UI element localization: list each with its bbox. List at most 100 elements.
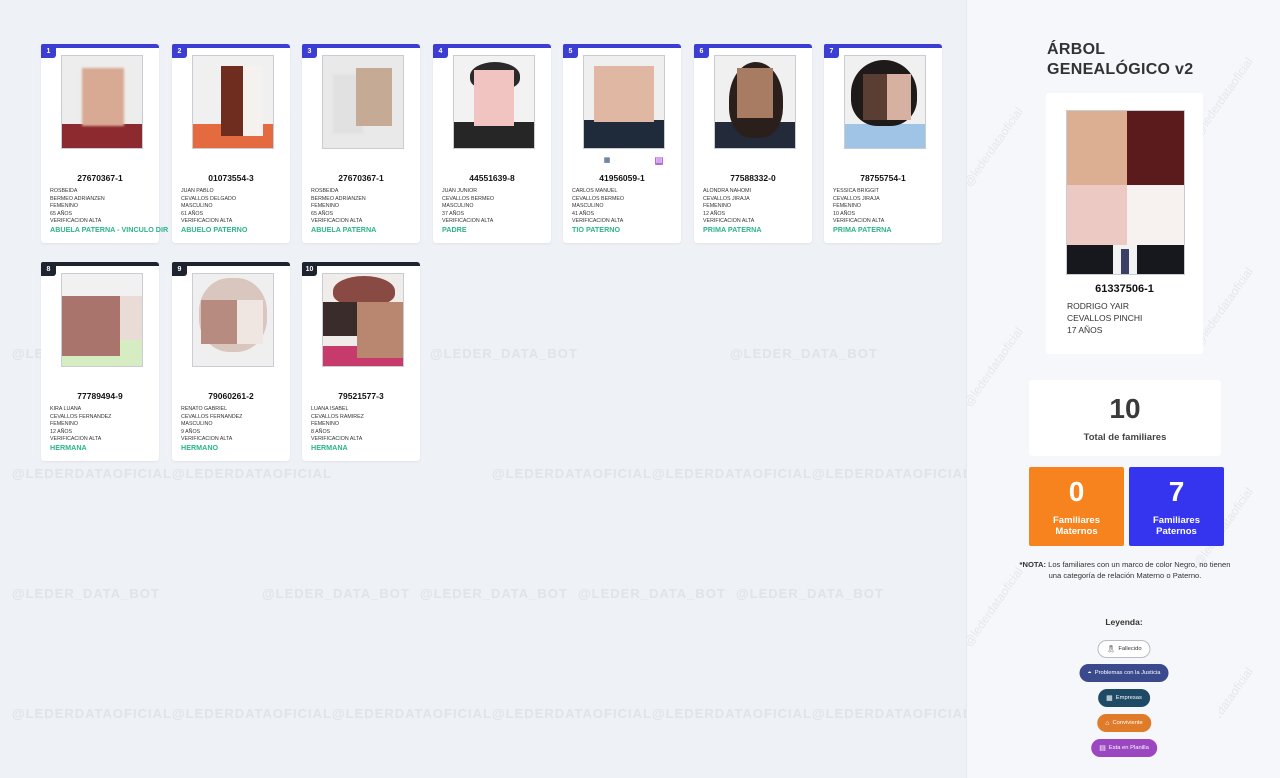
card-index-badge: 6 [694, 44, 709, 58]
relative-dni: 79060261-2 [208, 391, 254, 401]
card-index-badge: 10 [302, 262, 317, 276]
watermark-text: @LEDER_DATA_BOT [578, 586, 726, 601]
card-top-bar [41, 44, 159, 48]
relative-card[interactable]: 5 ▦ ▤ 41956059-1 CARLOS MANUEL CEVALLOS B… [563, 44, 681, 243]
relative-card[interactable]: 6 77588332-0 ALONDRA NAHOMI CEVALLOS JIRA… [694, 44, 812, 243]
watermark-text: @LEDERDATAOFICIAL [172, 706, 332, 721]
relative-photo [844, 55, 926, 149]
relative-photo [714, 55, 796, 149]
relative-card[interactable]: 3 27670367-1 ROSBEIDA BERMEO ADRIANZEN FEM… [302, 44, 420, 243]
total-relatives-label: Total de familiares [1083, 432, 1167, 443]
watermark-text: @LEDERDATAOFICIAL [12, 466, 172, 481]
relative-relation: PRIMA PATERNA [703, 225, 762, 234]
relative-dni: 77588332-0 [730, 173, 776, 183]
watermark-text: @LEDER_DATA_BOT [430, 346, 578, 361]
building-icon: ▦ [1106, 695, 1113, 702]
legend-title: Leyenda: [1105, 617, 1143, 627]
card-top-bar [302, 44, 420, 48]
relative-info: CARLOS MANUEL CEVALLOS BERMEO MASCULINO 41 … [572, 188, 625, 225]
legend: Leyenda: 🎗 Fallecido ◓ Problemas con la … [1029, 597, 1219, 772]
relative-info: ROSBEIDA BERMEO ADRIANZEN FEMENINO 65 AÑOS V… [311, 188, 366, 225]
relative-photo [322, 273, 404, 367]
home-icon: ⌂ [1105, 719, 1110, 727]
ribbon-icon: 🎗 [1106, 646, 1116, 653]
card-index-badge: 1 [41, 44, 56, 58]
legend-item-fallecido: 🎗 Fallecido [1097, 640, 1151, 658]
relative-relation: HERMANO [181, 443, 219, 452]
police-cap-icon: ◓ [1087, 669, 1092, 677]
payroll-icon: ▤ [1099, 745, 1106, 752]
relative-photo [192, 273, 274, 367]
card-top-bar [302, 262, 420, 266]
relative-photo [61, 273, 143, 367]
relative-photo [322, 55, 404, 149]
relative-card[interactable]: 1 27670367-1 ROSBEIDA BERMEO ADRIANZEN FEM… [41, 44, 168, 243]
watermark-text: @LEDERDATAOFICIAL [812, 706, 972, 721]
relative-info: JUAN JUNIOR CEVALLOS BERMEO MASCULINO 37 AÑ… [442, 188, 495, 225]
card-index-badge: 9 [172, 262, 187, 276]
legend-item-justicia: ◓ Problemas con la Justicia [1079, 664, 1169, 682]
relative-info: KIRA LUANA CEVALLOS FERNANDEZ FEMENINO 12 A… [50, 406, 112, 443]
planilla-icon: ▤ [655, 157, 663, 165]
card-top-bar [694, 44, 812, 48]
watermark-text: @LEDERDATAOFICIAL [172, 466, 332, 481]
main-person-dni: 61337506-1 [1095, 283, 1154, 295]
relative-dni: 78755754-1 [860, 173, 906, 183]
relative-info: ALONDRA NAHOMI CEVALLOS JIRAJA FEMENINO 12 … [703, 188, 755, 225]
relative-info: ROSBEIDA BERMEO ADRIANZEN FEMENINO 65 AÑOS V… [50, 188, 105, 225]
relatives-panel: @LEDER_DATA_BOT @LEDER_DATA_BOT @LEDER_D… [0, 0, 971, 778]
card-top-bar [172, 262, 290, 266]
watermark-text: @LEDERDATAOFICIAL [12, 706, 172, 721]
legend-item-planilla: ▤ Esta en Planilla [1091, 739, 1157, 757]
relative-card[interactable]: 2 01073554-3 JUAN PABLO CEVALLOS DELGADO M… [172, 44, 290, 243]
card-top-bar [41, 262, 159, 266]
relative-relation: ABUELA PATERNA - VINCULO DIR [50, 225, 169, 234]
watermark-text: @lederdataoficial [966, 104, 1026, 190]
legend-item-conviviente: ⌂ Conviviente [1097, 714, 1151, 732]
paternal-relatives-box: 7 Familiares Paternos [1129, 467, 1224, 546]
main-person-card[interactable]: 61337506-1 RODRIGO YAIR CEVALLOS PINCHI … [1046, 93, 1203, 354]
relative-photo [583, 55, 665, 149]
relative-relation: ABUELO PATERNO [181, 225, 248, 234]
relative-photo [192, 55, 274, 149]
relative-dni: 01073554-3 [208, 173, 254, 183]
relative-relation: ABUELA PATERNA [311, 225, 377, 234]
relative-card[interactable]: 7 78755754-1 YESSICA BRIGGIT CEVALLOS JIR… [824, 44, 942, 243]
card-index-badge: 4 [433, 44, 448, 58]
watermark-text: @LEDERDATAOFICIAL [492, 706, 652, 721]
maternal-relatives-box: 0 Familiares Maternos [1029, 467, 1124, 546]
paternal-count: 7 [1168, 476, 1185, 507]
relative-dni: 41956059-1 [599, 173, 645, 183]
watermark-text: @lederdataoficial [966, 324, 1026, 410]
watermark-text: @LEDER_DATA_BOT [12, 586, 160, 601]
main-person-info: RODRIGO YAIR CEVALLOS PINCHI 17 AÑOS [1067, 301, 1143, 335]
relative-card[interactable]: 8 77789494-9 KIRA LUANA CEVALLOS FERNANDE… [41, 262, 159, 461]
card-top-bar [824, 44, 942, 48]
watermark-text: @LEDER_DATA_BOT [730, 346, 878, 361]
card-index-badge: 5 [563, 44, 578, 58]
relative-relation: PRIMA PATERNA [833, 225, 892, 234]
relative-card[interactable]: 4 44551639-8 JUAN JUNIOR CEVALLOS BERMEO M… [433, 44, 551, 243]
watermark-text: @LEDERDATAOFICIAL [812, 466, 972, 481]
summary-sidebar: @lederdataoficial @lederdataoficial @led… [966, 0, 1280, 778]
card-top-bar [433, 44, 551, 48]
building-icon: ▦ [603, 157, 611, 164]
watermark-text: @LEDERDATAOFICIAL [652, 706, 812, 721]
relative-card[interactable]: 10 79521577-3 LUANA ISABEL CEVALLOS RAMIR… [302, 262, 420, 461]
watermark-text: @LEDER_DATA_BOT [736, 586, 884, 601]
watermark-text: @LEDERDATAOFICIAL [492, 466, 652, 481]
watermark-text: @LEDERDATAOFICIAL [652, 466, 812, 481]
relative-dni: 79521577-3 [338, 391, 384, 401]
maternal-label: Familiares Maternos [1053, 515, 1100, 537]
relative-info: LUANA ISABEL CEVALLOS RAMIREZ FEMENINO 8 AÑ… [311, 406, 364, 443]
page-title: ÁRBOL GENEALÓGICO v2 [1047, 41, 1194, 78]
watermark-text: @LEDERDATAOFICIAL [332, 706, 492, 721]
paternal-label: Familiares Paternos [1153, 515, 1200, 537]
relative-card[interactable]: 9 79060261-2 RENATO GABRIEL CEVALLOS FERN… [172, 262, 290, 461]
relative-relation: HERMANA [50, 443, 87, 452]
maternal-count: 0 [1068, 476, 1085, 507]
relative-dni: 77789494-9 [77, 391, 123, 401]
relative-relation: PADRE [442, 225, 467, 234]
relative-photo [61, 55, 143, 149]
relative-info: JUAN PABLO CEVALLOS DELGADO MASCULINO 61 AÑ… [181, 188, 236, 225]
